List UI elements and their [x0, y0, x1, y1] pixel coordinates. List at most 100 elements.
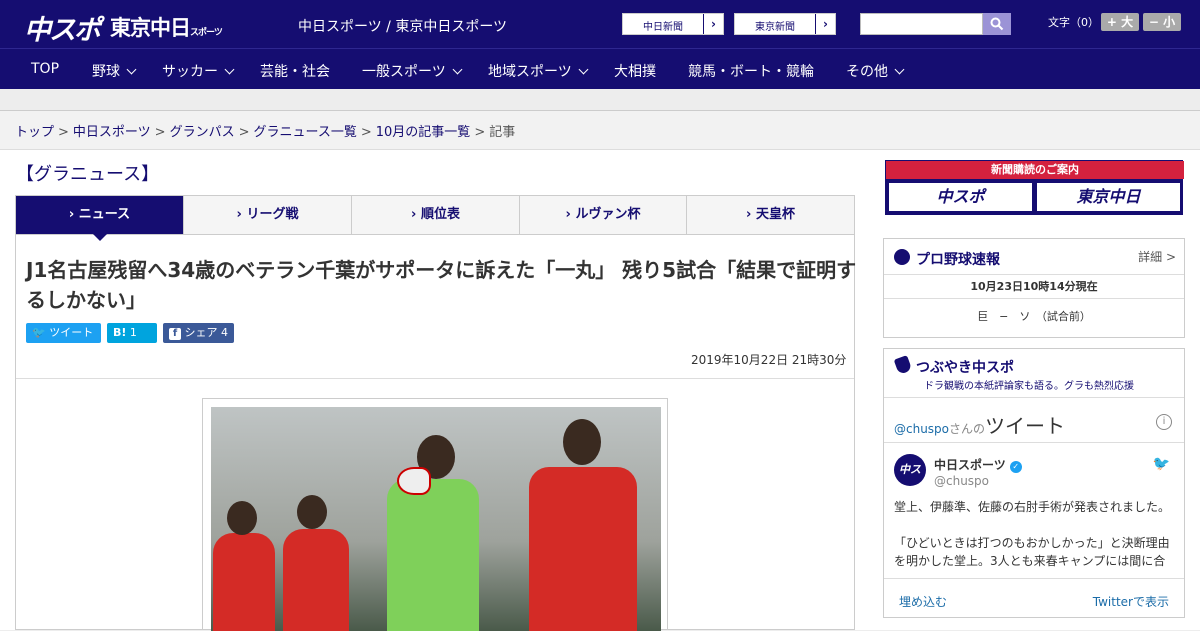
nav-soccer[interactable]: サッカー — [162, 61, 235, 81]
nav-racing-label: 競馬・ボート・競輪 — [688, 64, 814, 80]
nav-general-sports-label: 一般スポーツ — [362, 64, 446, 80]
search-input[interactable] — [860, 13, 983, 35]
baseball-game[interactable]: 巨 − ソ （試合前） — [884, 299, 1184, 335]
timeline-suffix: さんの — [949, 422, 986, 436]
breadcrumb-october[interactable]: 10月の記事一覧 — [376, 125, 471, 140]
breadcrumb-grampus[interactable]: グランパス — [170, 125, 235, 140]
chuspo-logo[interactable]: 中スポ — [24, 8, 101, 47]
tab-levain[interactable]: › ルヴァン杯 — [520, 196, 687, 234]
breadcrumb: トップ > 中日スポーツ > グランパス > グラニュース一覧 >10月の記事一覧 > 記事 — [0, 111, 1200, 150]
breadcrumb-current: 記事 — [489, 125, 516, 140]
info-icon[interactable]: i — [1156, 414, 1172, 430]
twitter-widget-title: つぶやき中スポ — [916, 360, 1014, 376]
tab-standings[interactable]: › 順位表 — [352, 196, 520, 234]
section-title: 【グラニュース】 — [16, 164, 160, 185]
tweet-gap — [894, 516, 1174, 534]
hatena-button[interactable]: B! 1 — [107, 323, 157, 343]
site-name: 中日スポーツ / 東京中日スポーツ — [298, 19, 508, 35]
tab-news-label: ニュース — [78, 207, 131, 222]
twitter-bird-icon[interactable]: 🐦 — [1153, 456, 1170, 472]
baseball-icon — [894, 249, 910, 265]
font-bigger-button[interactable]: + 大 — [1101, 13, 1139, 31]
chevron-down-icon — [224, 64, 235, 75]
chunichi-shimbun-label: 中日新聞 — [643, 22, 683, 33]
tweet-handle[interactable]: @chuspo — [934, 474, 989, 488]
tweet-author[interactable]: 中日スポーツ ✓ — [934, 456, 1022, 473]
facebook-share-button[interactable]: f シェア 4 — [163, 323, 234, 343]
article-date: 2019年10月22日 21時30分 — [691, 353, 847, 367]
chevron-down-icon — [894, 64, 905, 75]
tab-levain-label: ルヴァン杯 — [575, 207, 641, 222]
nav-sumo[interactable]: 大相撲 — [614, 61, 656, 81]
player-head — [297, 495, 327, 529]
breadcrumb-sep: > — [474, 125, 486, 140]
player-figure — [387, 479, 479, 631]
tab-news[interactable]: › ニュース — [16, 196, 184, 241]
megaphone-icon — [893, 355, 913, 375]
breadcrumb-top[interactable]: トップ — [15, 125, 54, 140]
tab-league[interactable]: › リーグ戦 — [184, 196, 352, 234]
article-photo[interactable] — [202, 398, 668, 631]
player-figure — [213, 533, 275, 631]
verified-icon: ✓ — [1009, 461, 1022, 473]
top-bar: 中スポ 東京中日スポーツ 中日スポーツ / 東京中日スポーツ 中日新聞 › 東京… — [0, 0, 1200, 48]
breadcrumb-gra-news[interactable]: グラニュース一覧 — [254, 125, 357, 140]
facebook-icon: f — [169, 328, 181, 340]
nav-top-label: TOP — [31, 61, 60, 77]
breadcrumb-sep: > — [154, 125, 166, 140]
nav-racing[interactable]: 競馬・ボート・競輪 — [688, 61, 814, 81]
category-tabs: › ニュース › リーグ戦 › 順位表 › ルヴァン杯 › 天皇杯 — [15, 195, 855, 241]
tab-arrow-icon: › — [236, 207, 247, 222]
tweet-author-name: 中日スポーツ — [934, 458, 1006, 472]
nav-other-label: その他 — [846, 64, 888, 80]
nav-sumo-label: 大相撲 — [614, 64, 656, 80]
baseball-header: プロ野球速報 詳細 > — [884, 239, 1184, 275]
ad-chuspo[interactable]: 中スポ — [889, 183, 1032, 211]
avatar[interactable]: 中スポ — [894, 454, 926, 508]
tab-emperors-cup-label: 天皇杯 — [755, 207, 795, 222]
breadcrumb-sep: > — [238, 125, 250, 140]
embed-link[interactable]: 埋め込む — [899, 593, 947, 610]
tab-standings-label: 順位表 — [420, 207, 460, 222]
ad-tokyo-chunichi[interactable]: 東京中日 — [1037, 183, 1180, 211]
player-figure — [283, 529, 349, 631]
nav-general-sports[interactable]: 一般スポーツ — [362, 61, 463, 81]
tweet-button[interactable]: 🐦 ツイート — [26, 323, 101, 343]
tweet-text: 堂上、伊藤準、佐藤の右肘手術が発表されました。 「ひどいときは打つのもおかしかっ… — [894, 498, 1174, 570]
twitter-icon: 🐦 — [32, 326, 46, 339]
tab-arrow-icon: › — [411, 207, 421, 222]
search-button[interactable] — [983, 13, 1011, 35]
nav-top[interactable]: TOP — [31, 61, 59, 77]
font-smaller-button[interactable]: − 小 — [1143, 13, 1181, 31]
tab-emperors-cup[interactable]: › 天皇杯 — [687, 196, 854, 234]
nav-baseball[interactable]: 野球 — [92, 61, 137, 81]
divider — [884, 442, 1184, 443]
main-nav: TOP 野球 サッカー 芸能・社会 一般スポーツ 地域スポーツ 大相撲 競馬・ボ… — [0, 48, 1200, 89]
font-size-label: 文字（0） — [1048, 16, 1099, 29]
baseball-scores: プロ野球速報 詳細 > 10月23日10時14分現在 巨 − ソ （試合前） — [883, 238, 1185, 338]
chunichi-shimbun-link[interactable]: 中日新聞 › — [622, 13, 724, 35]
player-head — [227, 501, 257, 535]
nav-entertainment[interactable]: 芸能・社会 — [260, 61, 330, 81]
nav-soccer-label: サッカー — [162, 64, 218, 80]
timeline-handle[interactable]: @chuspo — [894, 422, 949, 436]
twitter-timeline: @chuspoさんのツイート i 中スポ 中日スポーツ ✓ @chuspo 🐦 堂… — [884, 397, 1184, 617]
baseball-more-link[interactable]: 詳細 > — [1138, 248, 1176, 265]
chevron-down-icon — [452, 64, 463, 75]
tokyo-chunichi-logo[interactable]: 東京中日スポーツ — [110, 12, 223, 42]
subscription-ad[interactable]: 新聞購読のご案内 中スポ 東京中日 — [885, 160, 1184, 215]
tab-league-label: リーグ戦 — [246, 207, 299, 222]
tokyo-shimbun-link[interactable]: 東京新聞 › — [734, 13, 836, 35]
nav-other[interactable]: その他 — [846, 61, 905, 81]
tokyo-chunichi-logo-small: スポーツ — [190, 28, 223, 38]
player-figure — [529, 467, 637, 631]
nav-local-sports[interactable]: 地域スポーツ — [488, 61, 589, 81]
breadcrumb-chunichi-sports[interactable]: 中日スポーツ — [73, 125, 151, 140]
view-on-twitter-link[interactable]: Twitterで表示 — [1093, 593, 1169, 610]
fb-share-count: 4 — [221, 326, 228, 339]
tokyo-chunichi-logo-text: 東京中日 — [110, 16, 191, 40]
timeline-big: ツイート — [985, 414, 1066, 438]
photo-image — [211, 407, 661, 631]
fb-share-label: シェア — [184, 326, 218, 339]
ad-title: 新聞購読のご案内 — [886, 161, 1184, 179]
